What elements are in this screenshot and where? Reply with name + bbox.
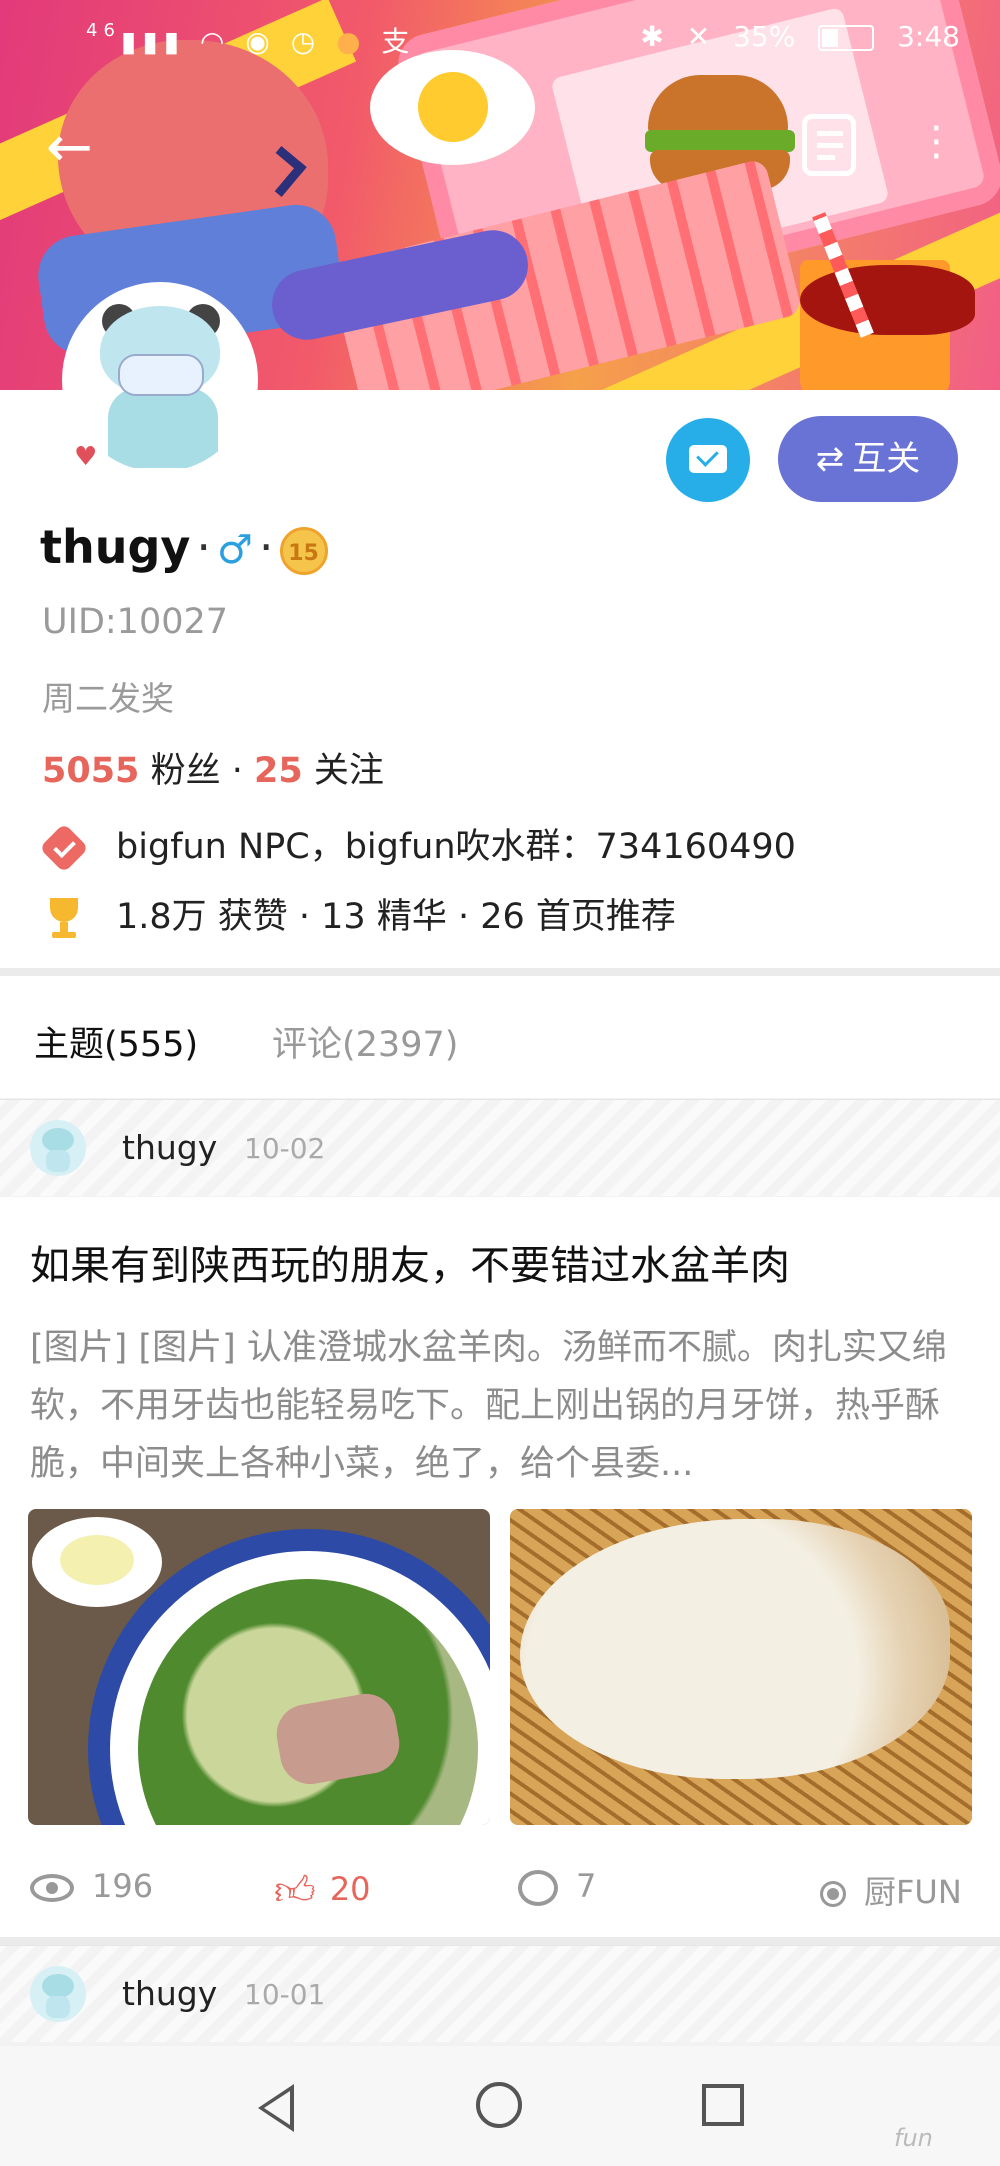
post-image-flatbread[interactable] bbox=[510, 1509, 972, 1825]
comment-icon bbox=[518, 1870, 558, 1906]
avatar-panda-body bbox=[108, 388, 218, 468]
user-id: UID:10027 bbox=[42, 602, 229, 642]
system-back-icon[interactable] bbox=[258, 2084, 294, 2132]
category-label: 厨FUN bbox=[864, 1873, 962, 1911]
banner-emoji bbox=[418, 72, 488, 142]
post-stats-bar: 196 👍︎ 20 7 厨FUN bbox=[0, 1857, 1000, 1917]
following-label[interactable]: 关注 bbox=[314, 751, 384, 791]
verified-badge-icon bbox=[39, 823, 89, 873]
app-notification-icon: ● bbox=[336, 25, 367, 58]
category-icon bbox=[820, 1881, 846, 1907]
envelope-icon bbox=[689, 445, 727, 473]
clock: 3:48 bbox=[897, 20, 960, 53]
more-vertical-icon[interactable]: · · · bbox=[930, 109, 943, 177]
system-recents-icon[interactable] bbox=[702, 2084, 744, 2126]
system-home-icon[interactable] bbox=[476, 2082, 522, 2128]
banner-burger-lettuce bbox=[645, 130, 795, 152]
separator-dot: · bbox=[258, 520, 274, 574]
male-gender-icon: ♂ bbox=[217, 527, 253, 573]
post-card[interactable]: 如果有到陕西玩的朋友，不要错过水盆羊肉 [图片] [图片] 认准澄城水盆羊肉。汤… bbox=[0, 1197, 1000, 1937]
user-bio: 周二发奖 bbox=[42, 679, 174, 718]
eye-icon bbox=[30, 1874, 74, 1902]
post-author-avatar[interactable] bbox=[30, 1966, 86, 2022]
following-count[interactable]: 25 bbox=[254, 751, 303, 791]
views-count: 196 bbox=[92, 1867, 154, 1905]
status-right-icons: ✱ ✕ 35% 3:48 bbox=[626, 20, 960, 53]
image-side-plate bbox=[32, 1517, 162, 1607]
follow-button[interactable]: ⇄ 互关 bbox=[778, 416, 958, 502]
post-author-avatar[interactable] bbox=[30, 1120, 86, 1176]
follow-button-label: 互关 bbox=[852, 439, 921, 479]
swap-icon: ⇄ bbox=[815, 439, 845, 479]
alipay-icon: 支 bbox=[381, 25, 416, 58]
post-header[interactable]: thugy 10-02 bbox=[0, 1099, 1000, 1196]
banner-drink bbox=[800, 265, 975, 335]
arrow-left-icon[interactable]: ← bbox=[46, 120, 93, 176]
trophy-icon bbox=[42, 896, 86, 940]
bluetooth-icon: ✱ bbox=[640, 20, 664, 53]
status-bar: 46▮▮▮ ◠ ◉ ◷ ● 支 ✱ ✕ 35% 3:48 bbox=[0, 0, 1000, 76]
post-image-lamb-soup[interactable] bbox=[28, 1509, 490, 1825]
tab-comments[interactable]: 评论(2397) bbox=[272, 1016, 458, 1067]
post-date: 10-02 bbox=[244, 1132, 326, 1165]
signal-icon: 46 bbox=[86, 20, 121, 41]
like-button[interactable]: 👍︎ 20 bbox=[274, 1867, 371, 1915]
alarm-icon: ◷ bbox=[290, 25, 322, 58]
post-excerpt[interactable]: [图片] [图片] 认准澄城水盆羊肉。汤鲜而不腻。肉扎实又绵软，不用牙齿也能轻易… bbox=[30, 1319, 972, 1493]
verified-text: bigfun NPC，bigfun吹水群：734160490 bbox=[116, 827, 796, 867]
achievements-row: 1.8万 获赞 · 13 精华 · 26 首页推荐 bbox=[42, 888, 676, 940]
thumbs-up-icon: 👍︎ bbox=[274, 1868, 316, 1914]
achievements-text: 1.8万 获赞 · 13 精华 · 26 首页推荐 bbox=[116, 897, 676, 937]
username: thugy bbox=[40, 520, 191, 574]
category-tag[interactable]: 厨FUN bbox=[820, 1867, 962, 1913]
document-icon[interactable] bbox=[802, 114, 856, 176]
section-divider bbox=[0, 968, 1000, 976]
followers-count[interactable]: 5055 bbox=[42, 751, 139, 791]
likes-count: 20 bbox=[329, 1870, 371, 1908]
avatar-panda-mask bbox=[118, 354, 204, 396]
signal-bars-icon: ▮▮▮ bbox=[120, 25, 186, 58]
profile-section: ♥ ⇄ 互关 thugy · ♂ · 15 UID:10027 周二发奖 5055 粉丝 … bbox=[0, 282, 1000, 968]
tab-topics[interactable]: 主题(555) bbox=[34, 1016, 198, 1067]
post-date: 10-01 bbox=[244, 1978, 326, 2011]
comment-button[interactable]: 7 bbox=[518, 1867, 596, 1906]
battery-percent: 35% bbox=[733, 20, 796, 53]
content-tabs: 主题(555) 评论(2397) bbox=[0, 976, 1000, 1098]
verification-row: bigfun NPC，bigfun吹水群：734160490 bbox=[39, 818, 796, 873]
post-title[interactable]: 如果有到陕西玩的朋友，不要错过水盆羊肉 bbox=[30, 1233, 970, 1291]
battery-icon bbox=[818, 25, 875, 51]
system-navigation-bar bbox=[0, 2046, 1000, 2166]
level-badge: 15 bbox=[279, 526, 328, 575]
username-row: thugy · ♂ · 15 bbox=[40, 520, 328, 575]
post-author-name[interactable]: thugy bbox=[122, 1128, 217, 1167]
mute-icon: ✕ bbox=[686, 20, 711, 53]
post-author-name[interactable]: thugy bbox=[122, 1974, 217, 2013]
followers-label[interactable]: 粉丝 bbox=[151, 751, 221, 791]
eye-icon: ◉ bbox=[245, 25, 276, 58]
comments-count: 7 bbox=[576, 1867, 597, 1905]
post-header[interactable]: thugy 10-01 bbox=[0, 1945, 1000, 2042]
views-stat: 196 bbox=[30, 1867, 153, 1905]
heart-icon: ♥ bbox=[74, 442, 98, 472]
follow-stats: 5055 粉丝 · 25 关注 bbox=[42, 742, 384, 793]
post-divider bbox=[0, 1937, 1000, 1945]
separator-dot: · bbox=[231, 751, 243, 791]
watermark-logo: fun bbox=[894, 2124, 933, 2152]
wifi-icon: ◠ bbox=[200, 25, 231, 58]
message-button[interactable] bbox=[666, 418, 750, 502]
status-left-icons: 46▮▮▮ ◠ ◉ ◷ ● 支 bbox=[86, 20, 415, 60]
separator-dot: · bbox=[196, 520, 212, 574]
